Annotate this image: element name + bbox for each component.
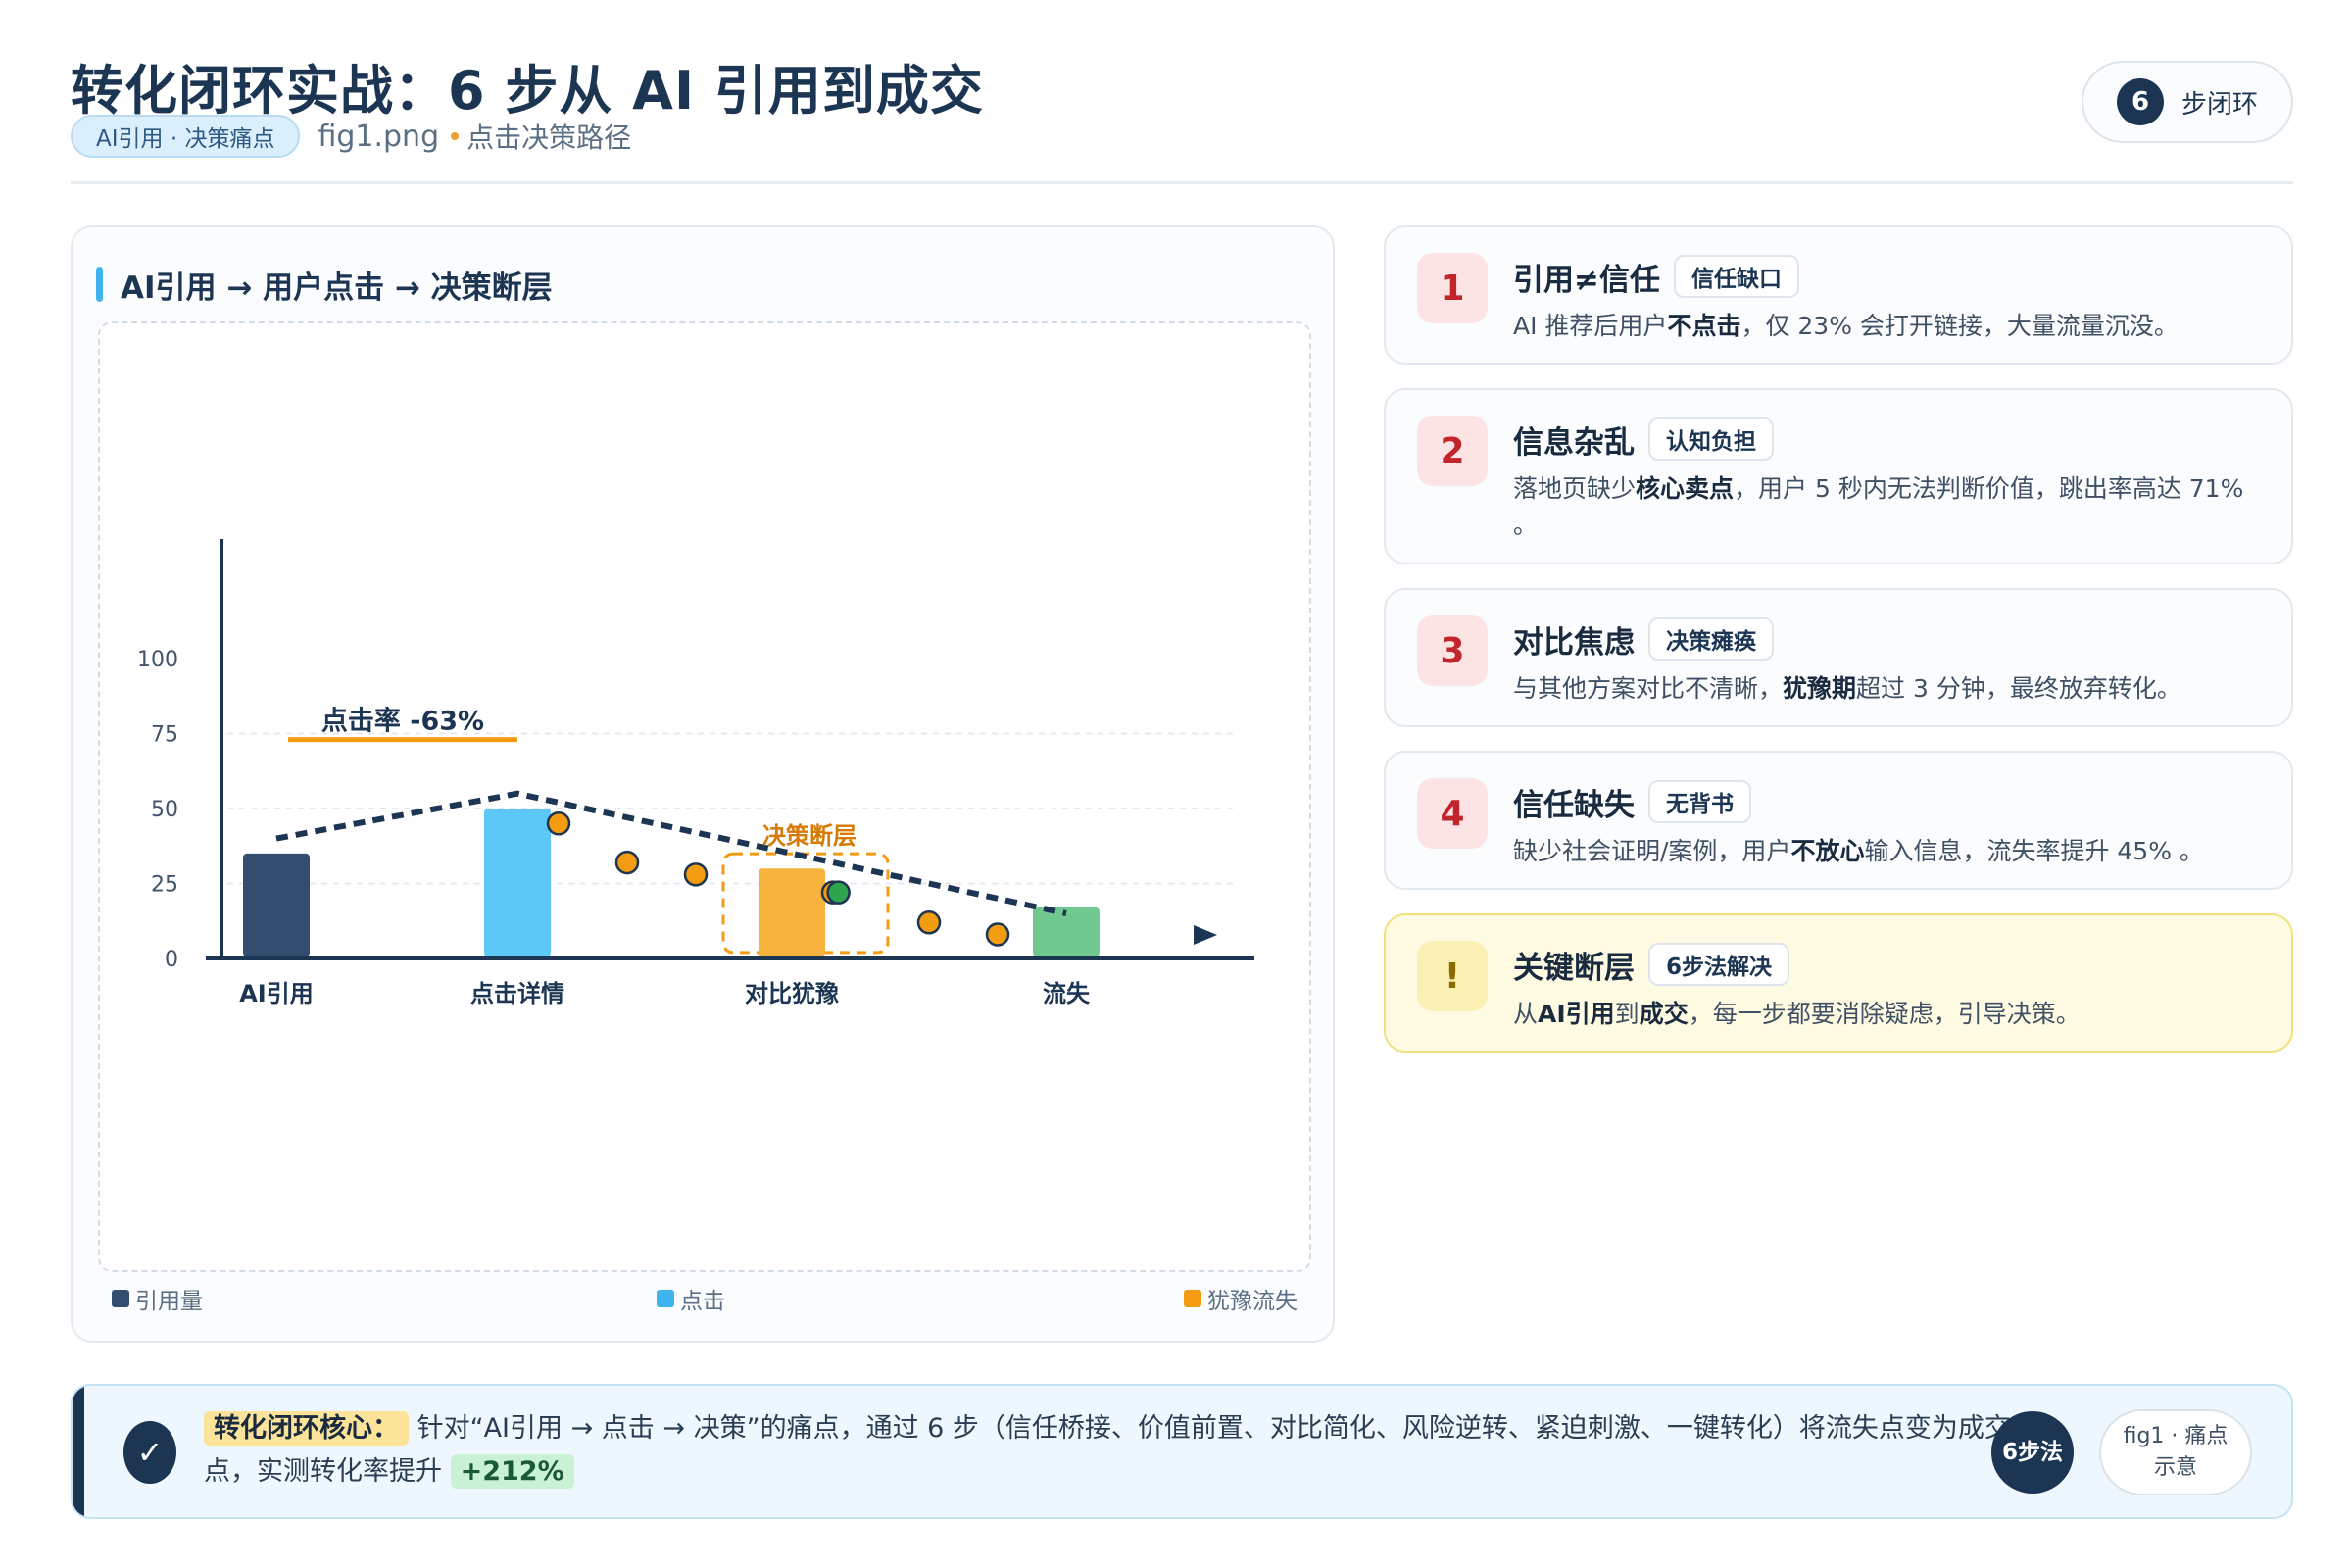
chart-card: AI引用 → 用户点击 → 决策断层 0 25 50 75 100 AI引用 点击详情 对比犹…: [71, 225, 1335, 1343]
pain-card-badge: 无背书: [1648, 780, 1751, 823]
legend-swatch-clicks: [657, 1290, 674, 1307]
banner-text: 转化闭环核心： 针对“AI引用 → 点击 → 决策”的痛点，通过 6 步（信任桥…: [204, 1407, 2027, 1494]
legend-swatch-hesitation-loss: [1184, 1290, 1201, 1307]
y-tick-label: 50: [151, 798, 178, 822]
loss-point-5: [985, 922, 1010, 947]
pain-card-badge: 信任缺口: [1673, 255, 1799, 298]
y-tick-label: 100: [137, 648, 178, 672]
figure-reference-badge: fig1 · 痛点示意: [2099, 1409, 2252, 1495]
chart-legend: 引用量 点击 犹豫流失: [112, 1282, 1298, 1321]
pain-card-description: AI 推荐后用户不点击，仅 23% 会打开链接，大量流量沉没。: [1513, 312, 2179, 340]
pain-card-number: 3: [1417, 615, 1488, 686]
funnel-chart: 0 25 50 75 100 AI引用 点击详情 对比犹豫 流失 点击率 -63% 决策断层: [137, 539, 1254, 1007]
chart-area: 0 25 50 75 100 AI引用 点击详情 对比犹豫 流失 点击率 -63% 决策断层: [98, 321, 1311, 1272]
x-category-label: 对比犹豫: [745, 980, 839, 1007]
chart-title: AI引用 → 用户点击 → 决策断层: [121, 270, 553, 306]
check-icon: ✓: [123, 1421, 176, 1484]
x-category-label: AI引用: [239, 980, 314, 1007]
key-gap-card: ! 关键断层 6步法解决 从AI引用到成交，每一步都要消除疑虑，引导决策。: [1384, 913, 2293, 1053]
key-gap-title: 关键断层: [1513, 950, 1635, 986]
legend-label-clicks: 点击: [680, 1289, 725, 1314]
chart-title-accent: [96, 267, 103, 302]
click-rate-annotation: 点击率 -63%: [321, 706, 484, 737]
pain-card-title: 引用≠信任: [1513, 262, 1660, 298]
loss-point-0: [546, 811, 571, 836]
page-header: 转化闭环实战：6 步从 AI 引用到成交 AI引用 · 决策痛点 fig1.pn…: [71, 39, 2293, 184]
pain-card-badge: 决策瘫痪: [1648, 617, 1774, 661]
legend-item-citations: 引用量: [112, 1282, 203, 1315]
pain-card-header: 信息杂乱 认知负担: [1513, 416, 1774, 463]
trend-line: [275, 790, 1067, 917]
legend-item-clicks: 点击: [657, 1282, 725, 1315]
bar-2: [759, 868, 825, 956]
pain-card-title: 信息杂乱: [1513, 424, 1635, 461]
pain-card-title: 信任缺失: [1513, 787, 1635, 823]
subtitle-row: AI引用 · 决策痛点 fig1.png 点击决策路径: [71, 114, 631, 159]
decision-gap-label: 决策断层: [762, 822, 857, 850]
y-tick-label: 75: [151, 723, 178, 748]
steps-count-number: 6: [2117, 78, 2164, 125]
pain-card-description: 缺少社会证明/案例，用户不放心输入信息，流失率提升 45% 。: [1513, 837, 2204, 865]
y-tick-label: 25: [151, 873, 178, 898]
pain-card-badge: 认知负担: [1648, 417, 1774, 461]
topic-tag: AI引用 · 决策痛点: [71, 115, 301, 158]
chart-title-row: AI引用 → 用户点击 → 决策断层: [96, 265, 553, 306]
improvement-value: +212%: [450, 1454, 574, 1489]
legend-item-hesitation-loss: 犹豫流失: [1184, 1282, 1298, 1315]
warning-icon: !: [1417, 941, 1488, 1011]
pain-card-description: 与其他方案对比不清晰，犹豫期超过 3 分钟，最终放弃转化。: [1513, 674, 2181, 703]
pain-card-1: 1 引用≠信任 信任缺口 AI 推荐后用户不点击，仅 23% 会打开链接，大量流…: [1384, 225, 2293, 365]
pain-card-2: 2 信息杂乱 认知负担 落地页缺少核心卖点，用户 5 秒内无法判断价值，跳出率高…: [1384, 388, 2293, 564]
x-category-label: 点击详情: [470, 980, 564, 1007]
key-gap-description: 从AI引用到成交，每一步都要消除疑虑，引导决策。: [1513, 1000, 2081, 1028]
loss-point-4: [916, 910, 942, 935]
bar-1: [484, 808, 551, 956]
pain-card-number: 2: [1417, 416, 1488, 486]
pain-card-number: 1: [1417, 253, 1488, 323]
pain-card-description: 落地页缺少核心卖点，用户 5 秒内无法判断价值，跳出率高达 71% 。: [1513, 474, 2244, 539]
pain-card-header: 引用≠信任 信任缺口: [1513, 253, 1799, 300]
loss-point-1: [614, 850, 640, 875]
x-category-label: 流失: [1043, 980, 1091, 1007]
key-gap-header: 关键断层 6步法解决: [1513, 941, 1790, 988]
pain-card-title: 对比焦虑: [1513, 624, 1635, 661]
banner-accent-stripe: [73, 1386, 84, 1517]
pain-card-header: 信任缺失 无背书: [1513, 778, 1751, 825]
loss-point-2: [683, 862, 709, 887]
pain-card-header: 对比焦虑 决策瘫痪: [1513, 615, 1774, 662]
legend-label-hesitation-loss: 犹豫流失: [1207, 1289, 1298, 1314]
core-label: 转化闭环核心：: [204, 1411, 409, 1446]
steps-count-badge: 6 步闭环: [2082, 61, 2293, 143]
separator-dot-icon: [451, 132, 460, 140]
legend-label-citations: 引用量: [135, 1289, 203, 1314]
bar-0: [243, 853, 310, 956]
y-tick-label: 0: [165, 948, 178, 972]
bar-3: [1033, 906, 1100, 956]
key-gap-badge: 6步法解决: [1648, 943, 1790, 986]
x-axis-arrow-icon: [1194, 925, 1217, 945]
pain-card-4: 4 信任缺失 无背书 缺少社会证明/案例，用户不放心输入信息，流失率提升 45%…: [1384, 751, 2293, 890]
summary-banner: ✓ 转化闭环核心： 针对“AI引用 → 点击 → 决策”的痛点，通过 6 步（信…: [71, 1384, 2293, 1519]
figure-filename: fig1.png: [318, 119, 440, 154]
figure-caption: 点击决策路径: [466, 122, 632, 154]
pain-card-number: 4: [1417, 778, 1488, 849]
legend-swatch-citations: [112, 1290, 129, 1307]
six-step-method-badge: 6步法: [1991, 1411, 2074, 1494]
converted-point: [826, 880, 851, 905]
pain-card-3: 3 对比焦虑 决策瘫痪 与其他方案对比不清晰，犹豫期超过 3 分钟，最终放弃转化…: [1384, 588, 2293, 727]
steps-count-label: 步闭环: [2181, 89, 2259, 120]
